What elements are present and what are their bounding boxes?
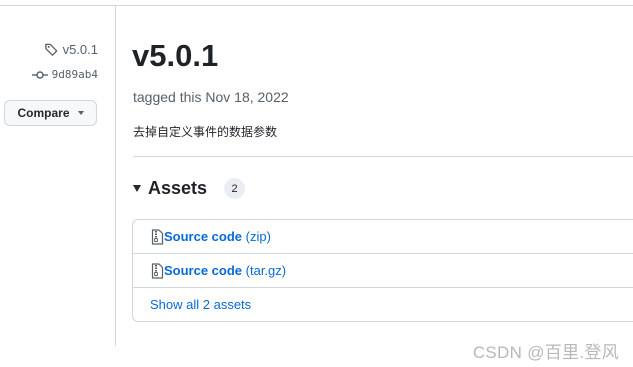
- assets-toggle[interactable]: Assets 2: [133, 178, 246, 199]
- commit-sha: 9d89ab4: [51, 68, 98, 81]
- asset-row: Show all 2 assets: [133, 288, 633, 321]
- asset-row: Source code (zip): [133, 220, 633, 254]
- asset-name: Source code: [164, 229, 243, 244]
- asset-row: Source code (tar.gz): [133, 254, 633, 288]
- git-commit-icon: [31, 70, 48, 79]
- tag-label: v5.0.1: [62, 42, 98, 57]
- file-zip-icon: [151, 262, 164, 279]
- release-description: 去掉自定义事件的数据参数: [133, 125, 278, 139]
- asset-link-zip[interactable]: Source code (zip): [164, 229, 271, 244]
- chevron-down-icon: [77, 111, 84, 115]
- show-all-assets-link[interactable]: Show all 2 assets: [150, 297, 251, 312]
- sidebar-tag-link[interactable]: v5.0.1: [44, 42, 98, 57]
- sidebar-divider: [115, 5, 116, 346]
- top-divider: [0, 5, 633, 6]
- description-divider: [133, 156, 633, 157]
- assets-count-badge: 2: [224, 178, 246, 199]
- triangle-down-icon: [133, 185, 141, 192]
- sidebar-commit-link[interactable]: 9d89ab4: [31, 68, 98, 81]
- assets-heading: Assets: [148, 178, 208, 198]
- asset-name: Source code: [164, 263, 243, 278]
- tagged-date: tagged this Nov 18, 2022: [133, 89, 289, 105]
- watermark: CSDN @百里.登风: [472, 343, 619, 362]
- asset-link-tar-gz[interactable]: Source code (tar.gz): [164, 263, 286, 278]
- asset-ext: (zip): [245, 229, 271, 244]
- file-zip-icon: [151, 228, 164, 245]
- compare-button[interactable]: Compare: [4, 100, 97, 126]
- asset-ext: (tar.gz): [245, 263, 287, 278]
- compare-label: Compare: [17, 106, 70, 120]
- tag-icon: [44, 43, 57, 56]
- release-title[interactable]: v5.0.1: [132, 36, 218, 76]
- assets-list: Source code (zip) Source code (tar.gz) S…: [132, 219, 633, 322]
- release-page: v5.0.1 9d89ab4 Compare v5.0.1 tagged thi…: [0, 0, 633, 367]
